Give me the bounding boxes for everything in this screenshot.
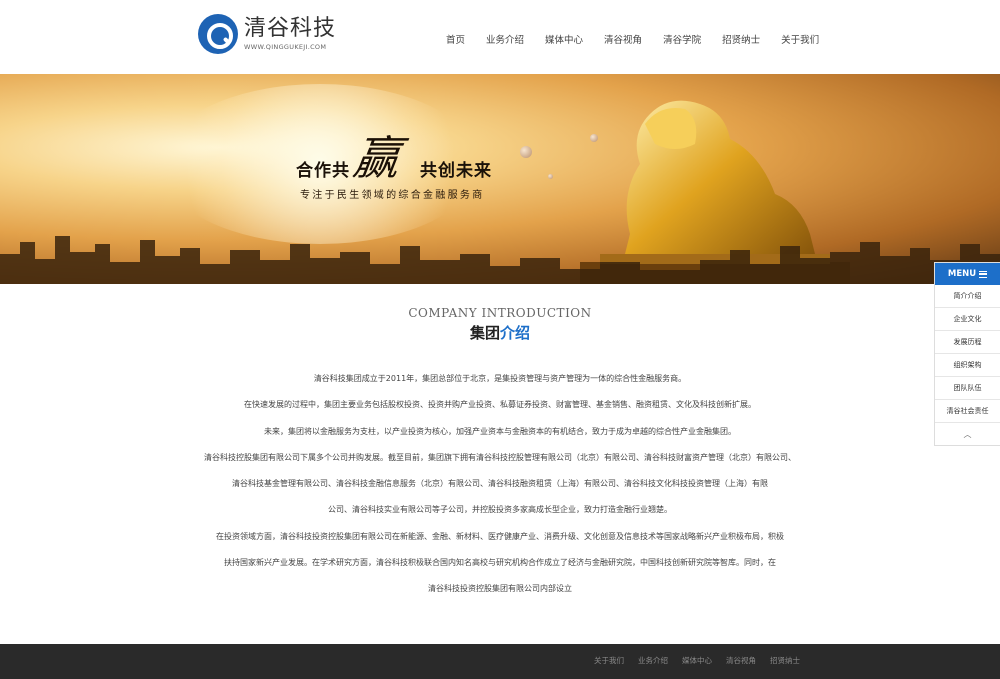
hero-banner: 合作共 赢 共创未来 专注于民生领域的综合金融服务商 xyxy=(0,74,1000,284)
intro-line: 在快速发展的过程中，集团主要业务包括股权投资、投资并购产业投资、私募证券投资、财… xyxy=(244,400,756,410)
intro-line: 清谷科技集团成立于2011年，集团总部位于北京，是集投资管理与资产管理为一体的综… xyxy=(313,374,687,383)
intro-line: 清谷科技基金管理有限公司、清谷科技金融信息服务（北京）有限公司、清谷科技融资租赁… xyxy=(232,479,768,489)
main-nav: 首页 业务介绍 媒体中心 清谷视角 清谷学院 招贤纳士 关于我们 xyxy=(446,32,819,46)
nav-academy[interactable]: 清谷学院 xyxy=(663,32,701,46)
banner-slogan-a: 合作共 xyxy=(296,161,350,181)
intro-line: 在投资领域方面，清谷科技投资控股集团有限公司在新能源、金融、新材料、医疗健康产业… xyxy=(216,531,784,541)
back-to-top-icon[interactable]: ︿ xyxy=(935,423,1000,445)
section-title-cn: 集团介绍 xyxy=(0,322,1000,343)
side-menu-item[interactable]: 组织架构 xyxy=(935,354,1000,377)
city-skyline xyxy=(0,236,1000,284)
intro-line: 清谷科技控股集团有限公司下属多个公司并购发展。截至目前，集团旗下拥有清谷科技控股… xyxy=(204,452,796,462)
side-menu-item[interactable]: 清谷社会责任 xyxy=(935,400,1000,423)
footer-links: 关于我们 业务介绍 媒体中心 清谷视角 招贤纳士 xyxy=(580,655,800,666)
logo-name: 清谷科技 xyxy=(244,16,337,41)
footer-link[interactable]: 业务介绍 xyxy=(638,655,668,666)
decor-ball xyxy=(548,174,553,179)
nav-home[interactable]: 首页 xyxy=(446,32,465,46)
banner-calligraphy: 赢 xyxy=(349,131,404,185)
side-menu-item[interactable]: 简介介绍 xyxy=(935,285,1000,308)
footer-link[interactable]: 清谷视角 xyxy=(726,655,756,666)
section-title-b: 介绍 xyxy=(500,324,531,342)
logo-domain: WWW.QINGGUKEJI.COM xyxy=(244,43,327,51)
decor-ball xyxy=(520,146,532,158)
company-intro-text: 清谷科技集团成立于2011年，集团总部位于北京，是集投资管理与资产管理为一体的综… xyxy=(198,366,802,603)
footer-link[interactable]: 媒体中心 xyxy=(682,655,712,666)
banner-subslogan: 专注于民生领域的综合金融服务商 xyxy=(300,190,485,201)
site-footer: 关于我们 业务介绍 媒体中心 清谷视角 招贤纳士 xyxy=(0,644,1000,679)
intro-line: 扶持国家新兴产业发展。在学术研究方面，清谷科技积极联合国内知名高校与研究机构合作… xyxy=(224,558,776,568)
side-menu-title: MENU xyxy=(947,269,977,279)
footer-link[interactable]: 招贤纳士 xyxy=(770,655,800,666)
nav-about[interactable]: 关于我们 xyxy=(781,32,819,46)
intro-line: 公司、清谷科技实业有限公司等子公司，并控股投资多家高成长型企业，致力打造金融行业… xyxy=(328,505,672,515)
side-menu-item[interactable]: 团队队伍 xyxy=(935,377,1000,400)
nav-careers[interactable]: 招贤纳士 xyxy=(722,32,760,46)
site-logo[interactable]: 清谷科技 WWW.QINGGUKEJI.COM xyxy=(198,14,336,54)
intro-line: 清谷科技投资控股集团有限公司内部设立 xyxy=(428,584,572,594)
side-menu-toggle[interactable]: MENU xyxy=(935,263,1000,285)
section-title-a: 集团 xyxy=(469,324,500,342)
logo-text: 清谷科技 WWW.QINGGUKEJI.COM xyxy=(244,16,337,52)
footer-link[interactable]: 关于我们 xyxy=(594,655,624,666)
nav-media[interactable]: 媒体中心 xyxy=(545,32,583,46)
intro-line: 未来，集团将以金融服务为支柱，以产业投资为核心，加强产业资本与金融资本的有机结合… xyxy=(264,426,736,436)
hamburger-icon xyxy=(979,270,988,278)
nav-business[interactable]: 业务介绍 xyxy=(486,32,524,46)
section-title-en: COMPANY INTRODUCTION xyxy=(408,306,592,320)
floating-side-menu: MENU 简介介绍 企业文化 发展历程 组织架构 团队队伍 清谷社会责任 ︿ xyxy=(934,262,1000,446)
nav-perspective[interactable]: 清谷视角 xyxy=(604,32,642,46)
site-header: 清谷科技 WWW.QINGGUKEJI.COM 首页 业务介绍 媒体中心 清谷视… xyxy=(0,0,1000,74)
logo-q-icon xyxy=(198,14,238,54)
banner-slogan-b: 共创未来 xyxy=(420,161,492,181)
